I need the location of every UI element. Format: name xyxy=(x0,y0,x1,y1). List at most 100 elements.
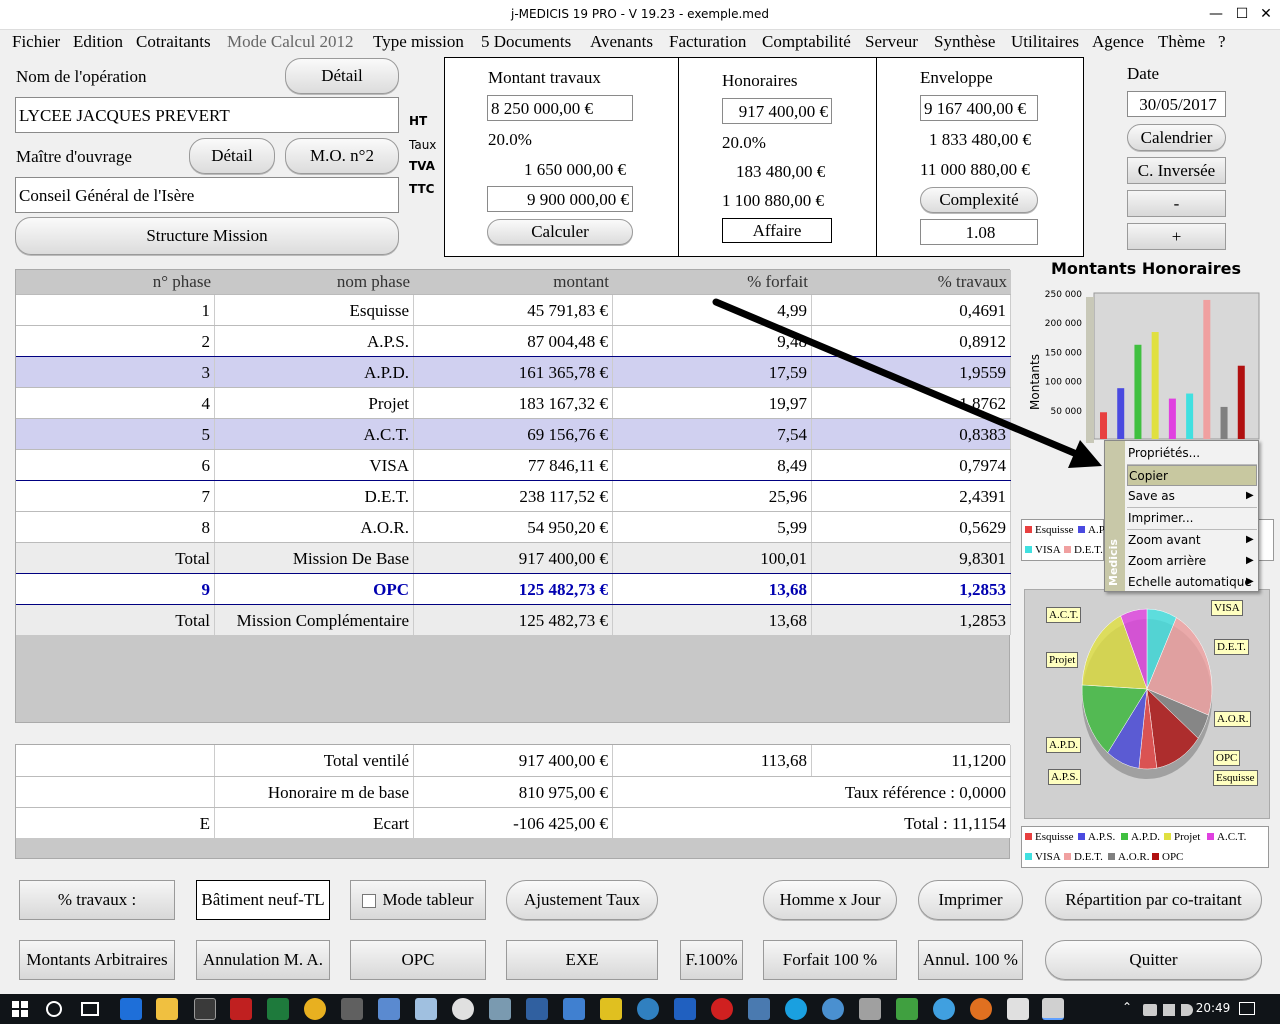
bar-opc[interactable] xyxy=(1237,365,1245,439)
ctx-imprimer[interactable]: Imprimer... xyxy=(1127,508,1257,529)
owner-detail-button[interactable]: Détail xyxy=(189,138,275,174)
app-icon[interactable] xyxy=(489,998,511,1020)
ctx-zoom-arriere[interactable]: Zoom arrière xyxy=(1127,551,1257,572)
enveloppe-ht-field[interactable]: 9 167 400,00 € xyxy=(920,95,1038,121)
mo2-button[interactable]: M.O. n°2 xyxy=(285,138,399,174)
montants-arbitraires-button[interactable]: Montants Arbitraires xyxy=(19,940,175,980)
menu-fichier[interactable]: Fichier xyxy=(12,30,60,54)
travaux-ht-field[interactable]: 8 250 000,00 € xyxy=(487,95,633,121)
explorer-icon[interactable] xyxy=(156,998,178,1020)
medicis-taskbar-icon[interactable] xyxy=(1042,998,1064,1020)
table-row[interactable]: 9 OPC 125 482,73 €13,68 1,2853 xyxy=(16,573,1011,604)
minus-button[interactable]: - xyxy=(1127,190,1226,217)
notification-icon[interactable] xyxy=(1239,1002,1255,1015)
bar-projet[interactable] xyxy=(1151,332,1159,439)
windows-start-icon[interactable] xyxy=(12,1001,28,1017)
tray-up-icon[interactable]: ⌃ xyxy=(1122,1000,1132,1014)
app-icon[interactable] xyxy=(933,998,955,1020)
menu-cotraitants[interactable]: Cotraitants xyxy=(136,30,211,54)
filezilla-icon[interactable] xyxy=(230,998,252,1020)
batiment-type-field[interactable]: Bâtiment neuf-TL xyxy=(196,880,330,920)
app-icon[interactable] xyxy=(637,998,659,1020)
opera-icon[interactable] xyxy=(711,998,733,1020)
app-icon[interactable] xyxy=(526,998,548,1020)
bar-act[interactable] xyxy=(1168,398,1176,439)
excel-icon[interactable] xyxy=(267,998,289,1020)
owner-name-field[interactable]: Conseil Général de l'Isère xyxy=(15,177,399,213)
operation-name-field[interactable]: LYCEE JACQUES PREVERT xyxy=(15,97,399,133)
honoraires-ht-field[interactable]: 917 400,00 € xyxy=(722,98,832,124)
app-icon[interactable] xyxy=(452,998,474,1020)
menu-documents[interactable]: 5 Documents xyxy=(481,30,571,54)
app-icon[interactable] xyxy=(600,998,622,1020)
travaux-ttc-field[interactable]: 9 900 000,00 € xyxy=(487,186,633,212)
calculer-button[interactable]: Calculer xyxy=(487,219,633,245)
complexite-button[interactable]: Complexité xyxy=(920,187,1038,213)
forfait-100-button[interactable]: Forfait 100 % xyxy=(763,940,897,980)
complexite-coef-field[interactable]: 1.08 xyxy=(920,219,1038,245)
ctx-echelle-auto[interactable]: Echelle automatique xyxy=(1127,572,1257,593)
exe-button[interactable]: EXE xyxy=(506,940,658,980)
ctx-proprietes[interactable]: Propriétés... xyxy=(1127,443,1257,464)
annulation-ma-button[interactable]: Annulation M. A. xyxy=(196,940,330,980)
task-view-icon[interactable] xyxy=(81,1002,99,1016)
chrome-icon[interactable] xyxy=(304,998,326,1020)
date-field[interactable]: 30/05/2017 xyxy=(1127,91,1226,117)
menu-theme[interactable]: Thème xyxy=(1158,30,1205,54)
store-icon[interactable] xyxy=(194,998,216,1020)
mode-tableur-checkbox[interactable] xyxy=(362,894,377,909)
maximize-icon[interactable]: ☐ xyxy=(1234,6,1250,22)
plus-button[interactable]: + xyxy=(1127,223,1226,250)
menu-facturation[interactable]: Facturation xyxy=(669,30,746,54)
bar-aor[interactable] xyxy=(1220,406,1228,439)
f100-button[interactable]: F.100% xyxy=(680,940,743,980)
menu-help[interactable]: ? xyxy=(1218,30,1226,54)
table-row[interactable]: 8 A.O.R. 54 950,20 €5,99 0,5629 xyxy=(16,511,1011,542)
menu-avenants[interactable]: Avenants xyxy=(590,30,653,54)
app-icon[interactable] xyxy=(1007,998,1029,1020)
menu-edition[interactable]: Edition xyxy=(73,30,123,54)
app-icon[interactable] xyxy=(970,998,992,1020)
menu-utilitaires[interactable]: Utilitaires xyxy=(1011,30,1079,54)
tray-icon[interactable] xyxy=(1143,1004,1157,1016)
opc-button[interactable]: OPC xyxy=(350,940,486,980)
calendrier-button[interactable]: Calendrier xyxy=(1127,124,1226,151)
menu-mode-calcul[interactable]: Mode Calcul 2012 xyxy=(227,30,354,54)
app-icon[interactable] xyxy=(896,998,918,1020)
menu-comptabilite[interactable]: Comptabilité xyxy=(762,30,851,54)
menu-synthese[interactable]: Synthèse xyxy=(934,30,995,54)
clock[interactable]: 20:49 xyxy=(1193,1001,1233,1015)
app-icon[interactable] xyxy=(859,998,881,1020)
app-icon[interactable] xyxy=(748,998,770,1020)
app-icon[interactable] xyxy=(822,998,844,1020)
skype-icon[interactable] xyxy=(785,998,807,1020)
menu-agence[interactable]: Agence xyxy=(1092,30,1144,54)
minimize-icon[interactable]: — xyxy=(1208,6,1224,22)
ctx-copier[interactable]: Copier xyxy=(1127,465,1257,486)
app-icon[interactable] xyxy=(341,998,363,1020)
app-icon[interactable] xyxy=(674,998,696,1020)
bar-det[interactable] xyxy=(1203,299,1211,439)
menu-type-mission[interactable]: Type mission xyxy=(373,30,464,54)
ctx-zoom-avant[interactable]: Zoom avant xyxy=(1127,530,1257,551)
bar-apd[interactable] xyxy=(1134,344,1142,439)
bar-visa[interactable] xyxy=(1186,393,1194,439)
menu-serveur[interactable]: Serveur xyxy=(865,30,918,54)
affaire-button[interactable]: Affaire xyxy=(722,218,832,243)
table-row[interactable]: Total Mission Complémentaire 125 482,73 €1… xyxy=(16,604,1011,635)
edge-icon[interactable] xyxy=(120,998,142,1020)
volume-icon[interactable] xyxy=(1181,1004,1193,1016)
travaux-percent-button[interactable]: % travaux : xyxy=(19,880,175,920)
app-icon[interactable] xyxy=(563,998,585,1020)
table-row[interactable]: Total Mission De Base 917 400,00 €100,01 9,… xyxy=(16,542,1011,573)
annul-100-button[interactable]: Annul. 100 % xyxy=(918,940,1023,980)
mode-tableur-toggle[interactable]: Mode tableur xyxy=(350,880,486,920)
close-icon[interactable]: ✕ xyxy=(1258,6,1274,22)
app-icon[interactable] xyxy=(378,998,400,1020)
ctx-save-as[interactable]: Save as xyxy=(1127,486,1257,507)
imprimer-button[interactable]: Imprimer xyxy=(918,880,1023,920)
app-icon[interactable] xyxy=(415,998,437,1020)
operation-detail-button[interactable]: Détail xyxy=(285,58,399,94)
quitter-button[interactable]: Quitter xyxy=(1045,940,1262,980)
network-icon[interactable] xyxy=(1163,1004,1175,1016)
